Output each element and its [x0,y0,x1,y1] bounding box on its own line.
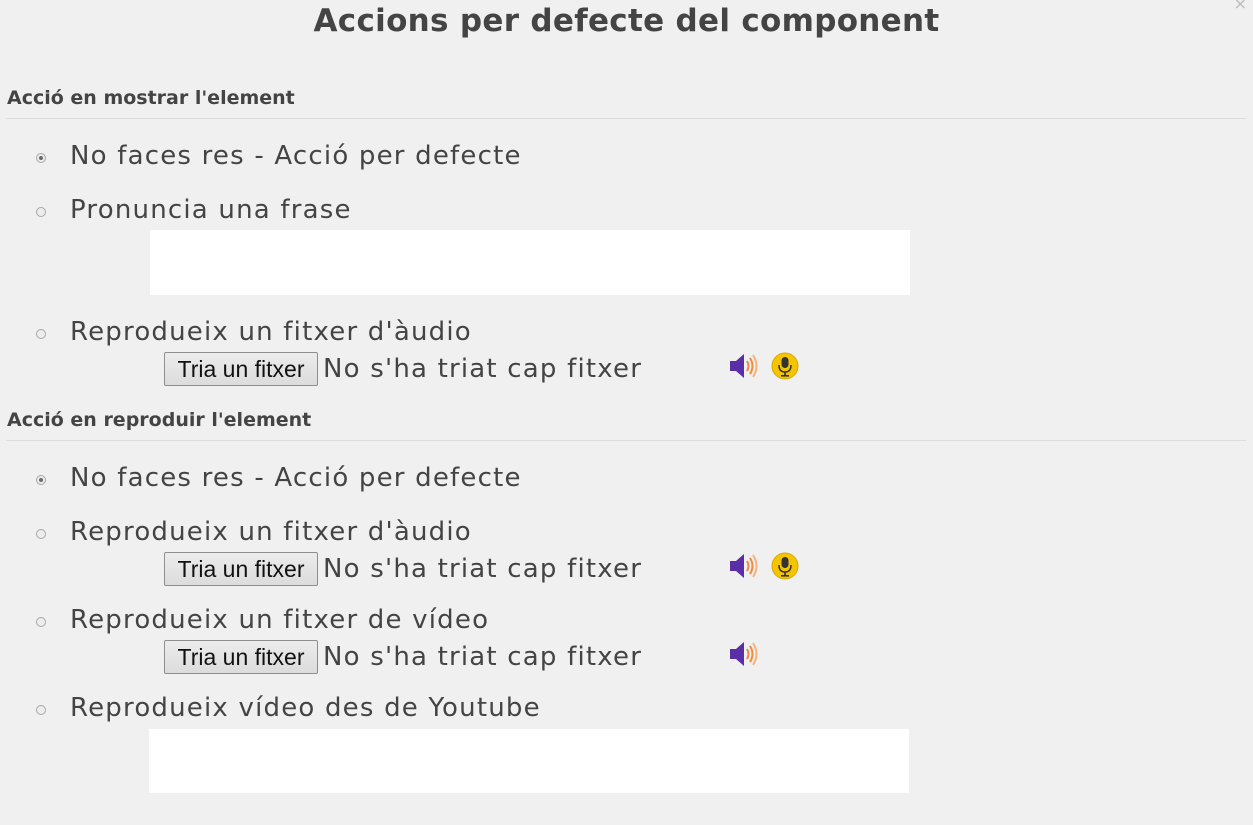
radio-show-audio[interactable] [36,329,46,339]
radio-show-none[interactable] [36,153,46,163]
divider [6,440,1246,441]
speaker-icon[interactable] [728,640,758,668]
microphone-icon[interactable] [771,352,799,380]
radio-play-youtube[interactable] [36,705,46,715]
speaker-icon[interactable] [728,352,758,380]
dialog-title: Accions per defecte del component [313,3,940,39]
option-label-show-audio: Reprodueix un fitxer d'àudio [70,317,472,347]
option-label-play-none: No faces res - Acció per defecte [70,463,522,493]
radio-show-speak[interactable] [36,207,46,217]
phrase-input[interactable] [150,230,910,295]
radio-play-audio[interactable] [36,529,46,539]
option-label-play-audio: Reprodueix un fitxer d'àudio [70,517,472,547]
file-status-play-audio: No s'ha triat cap fitxer [323,554,643,584]
option-label-play-youtube: Reprodueix vídeo des de Youtube [70,693,541,723]
speaker-icon[interactable] [728,552,758,580]
file-status-play-video: No s'ha triat cap fitxer [323,642,643,672]
section-heading-on-show: Acció en mostrar l'element [7,87,295,109]
option-label-show-none: No faces res - Acció per defecte [70,141,522,171]
choose-file-button-play-audio[interactable]: Tria un fitxer [164,552,318,586]
file-status-show-audio: No s'ha triat cap fitxer [323,354,643,384]
divider [6,118,1246,119]
radio-play-video[interactable] [36,617,46,627]
microphone-icon[interactable] [771,552,799,580]
choose-file-button-play-video[interactable]: Tria un fitxer [164,640,318,674]
choose-file-button-show-audio[interactable]: Tria un fitxer [164,352,318,386]
youtube-url-input[interactable] [149,729,909,793]
section-heading-on-play: Acció en reproduir l'element [7,409,312,431]
option-label-play-video: Reprodueix un fitxer de vídeo [70,605,490,635]
radio-play-none[interactable] [36,475,46,485]
option-label-show-speak: Pronuncia una frase [70,195,352,225]
